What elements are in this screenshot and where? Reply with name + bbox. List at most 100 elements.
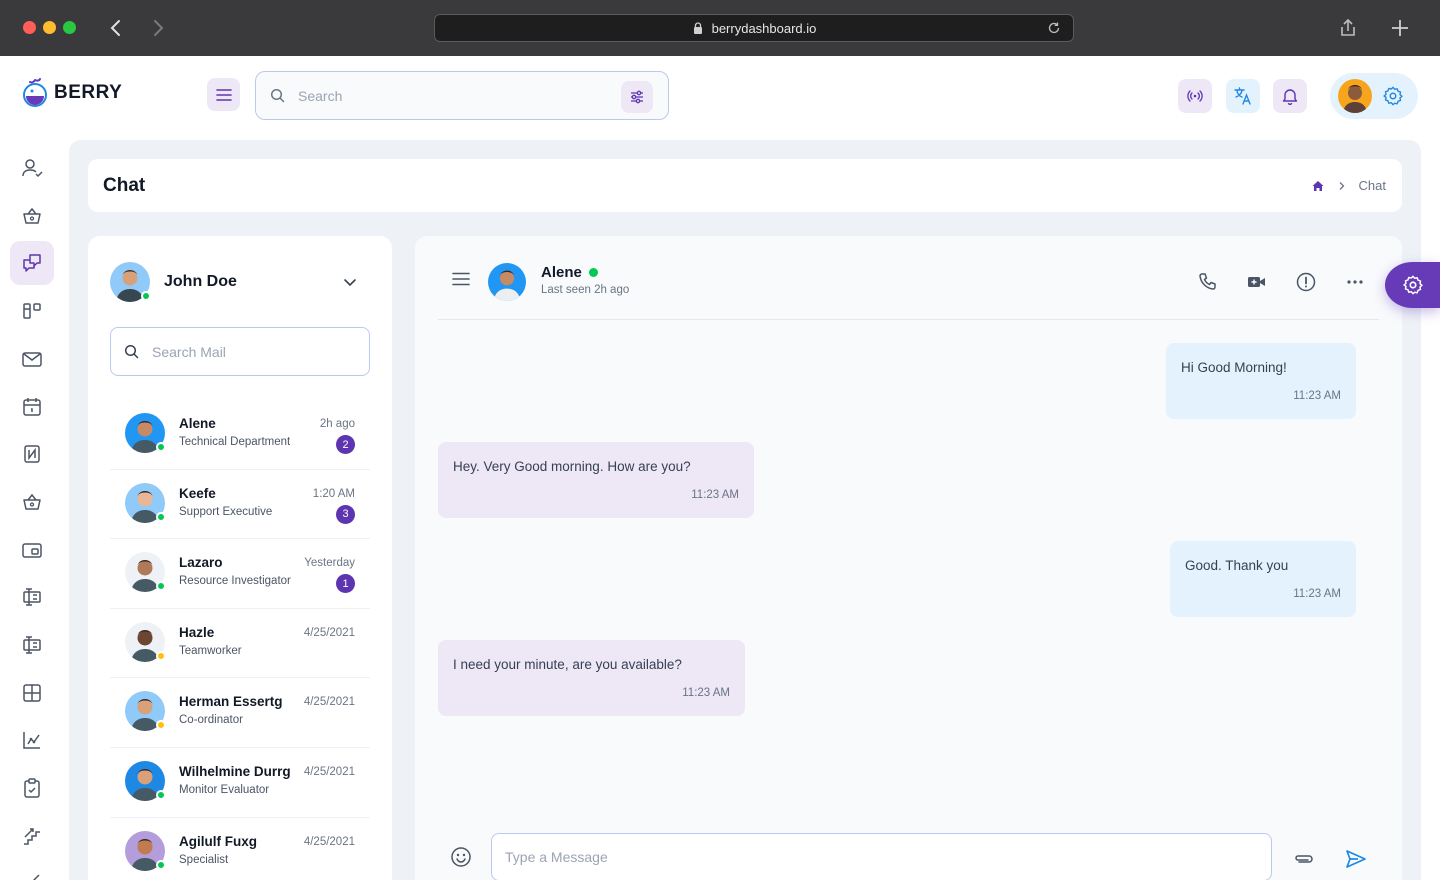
share-icon[interactable] [1336,16,1360,40]
status-dot [156,581,166,592]
search-icon [270,88,285,103]
reload-icon[interactable] [1047,21,1061,35]
browser-chrome: berrydashboard.io [0,0,1440,56]
home-icon[interactable] [1311,179,1325,193]
menu-toggle-button[interactable] [207,78,240,111]
sidebar-item-mail[interactable] [10,337,54,381]
message-incoming: I need your minute, are you available? 1… [438,640,745,716]
avatar [125,413,166,453]
avatar [125,691,166,732]
contact-time: 4/25/2021 [303,626,355,639]
video-call-icon[interactable] [1246,271,1268,293]
contact-time: 2h ago [319,418,355,430]
status-dot [156,789,166,800]
url-text: berrydashboard.io [711,20,817,36]
contact-time: Yesterday [304,557,355,570]
emoji-icon[interactable] [450,846,472,868]
chevron-right-icon [1339,181,1344,190]
search-input[interactable]: Search [255,71,669,120]
contact-role: Support Executive [179,505,273,518]
contact-list-item[interactable]: Keefe Support Executive 1:20 AM 3 [110,470,370,540]
sidebar [0,140,64,880]
current-user[interactable]: John Doe [110,262,360,302]
status-dot [156,650,166,661]
search-mail-input[interactable]: Search Mail [110,327,370,376]
forward-icon[interactable] [146,16,170,40]
search-mail-placeholder: Search Mail [152,343,226,360]
chart-icon [23,732,40,749]
avatar [125,760,166,801]
unread-badge: 1 [336,574,355,594]
contact-time: 4/25/2021 [303,696,355,709]
sidebar-item-brush[interactable] [10,861,54,880]
contact-name: Wilhelmine Durrg [179,763,291,779]
sidebar-item-tables[interactable] [10,671,54,715]
last-seen: Last seen 2h ago [541,284,630,296]
contact-name: Keefe [179,485,216,501]
contact-time: 4/25/2021 [303,835,355,848]
logo[interactable]: BERRY [22,78,122,108]
breadcrumb: Chat [1311,178,1386,193]
clipboard-check-icon [24,778,40,798]
contact-list: Alene Technical Department 2h ago 2 Keef… [110,400,370,880]
message-input[interactable]: Type a Message [491,833,1272,880]
sidebar-item-users[interactable] [10,146,54,190]
sidebar-item-forms[interactable] [10,575,54,619]
contact-role: Resource Investigator [179,575,291,588]
online-status-dot [141,291,151,301]
columns-icon [23,588,41,606]
basket-icon [23,207,41,224]
sidebar-item-ecommerce[interactable] [10,194,54,238]
gear-icon [1402,275,1423,295]
address-bar[interactable]: berrydashboard.io [434,14,1074,42]
sidebar-item-tasks[interactable] [10,766,54,810]
customize-settings-button[interactable] [1385,262,1440,308]
calendar-icon [23,398,41,416]
contact-list-item[interactable]: Lazaro Resource Investigator Yesterday 1 [110,539,370,609]
sidebar-item-charts[interactable] [10,718,54,762]
new-tab-icon[interactable] [1388,16,1412,40]
contact-name: Lazaro [179,555,223,571]
sidebar-item-kanban[interactable] [10,289,54,333]
brand-name: BERRY [54,82,123,103]
status-dot [156,720,166,731]
sidebar-item-layouts[interactable] [10,623,54,667]
contact-list-item[interactable]: Herman Essertg Co-ordinator 4/25/2021 [110,678,370,748]
maximize-window-button[interactable] [63,21,76,34]
sidebar-item-chat[interactable] [10,241,54,285]
basket-icon [23,493,41,510]
avatar [125,482,166,523]
back-icon[interactable] [104,16,128,40]
notifications-button[interactable] [1273,79,1307,113]
sidebar-item-calendar[interactable] [10,385,54,429]
mail-icon [22,352,42,367]
sidebar-item-invoice[interactable] [10,528,54,572]
sidebar-item-steps[interactable] [10,814,54,858]
berry-logo-icon [23,78,47,107]
send-icon[interactable] [1344,847,1368,871]
contact-role: Co-ordinator [179,714,243,727]
contact-list-item[interactable]: Wilhelmine Durrg Monitor Evaluator 4/25/… [110,748,370,818]
filter-button[interactable] [621,81,653,113]
broadcast-button[interactable] [1178,79,1212,113]
online-status-dot [588,268,598,277]
info-icon[interactable] [1295,271,1317,293]
profile-menu-button[interactable] [1330,73,1418,119]
user-check-icon [22,159,43,178]
contact-list-item[interactable]: Alene Technical Department 2h ago 2 [110,400,370,470]
contact-list-item[interactable]: Agilulf Fuxg Specialist 4/25/2021 [110,818,370,880]
stairs-icon [24,828,40,845]
more-icon[interactable] [1344,271,1366,293]
close-window-button[interactable] [23,21,36,34]
chevron-down-icon[interactable] [340,272,360,292]
menu-icon[interactable] [452,272,470,286]
sidebar-item-shop[interactable] [10,480,54,524]
sidebar-item-contact[interactable] [10,432,54,476]
app-header: BERRY Search [0,56,1440,140]
phone-icon[interactable] [1197,271,1219,293]
minimize-window-button[interactable] [43,21,56,34]
contact-role: Specialist [179,853,229,866]
contact-list-item[interactable]: Hazle Teamworker 4/25/2021 [110,609,370,679]
attachment-icon[interactable] [1293,848,1315,870]
translate-button[interactable] [1226,79,1260,113]
